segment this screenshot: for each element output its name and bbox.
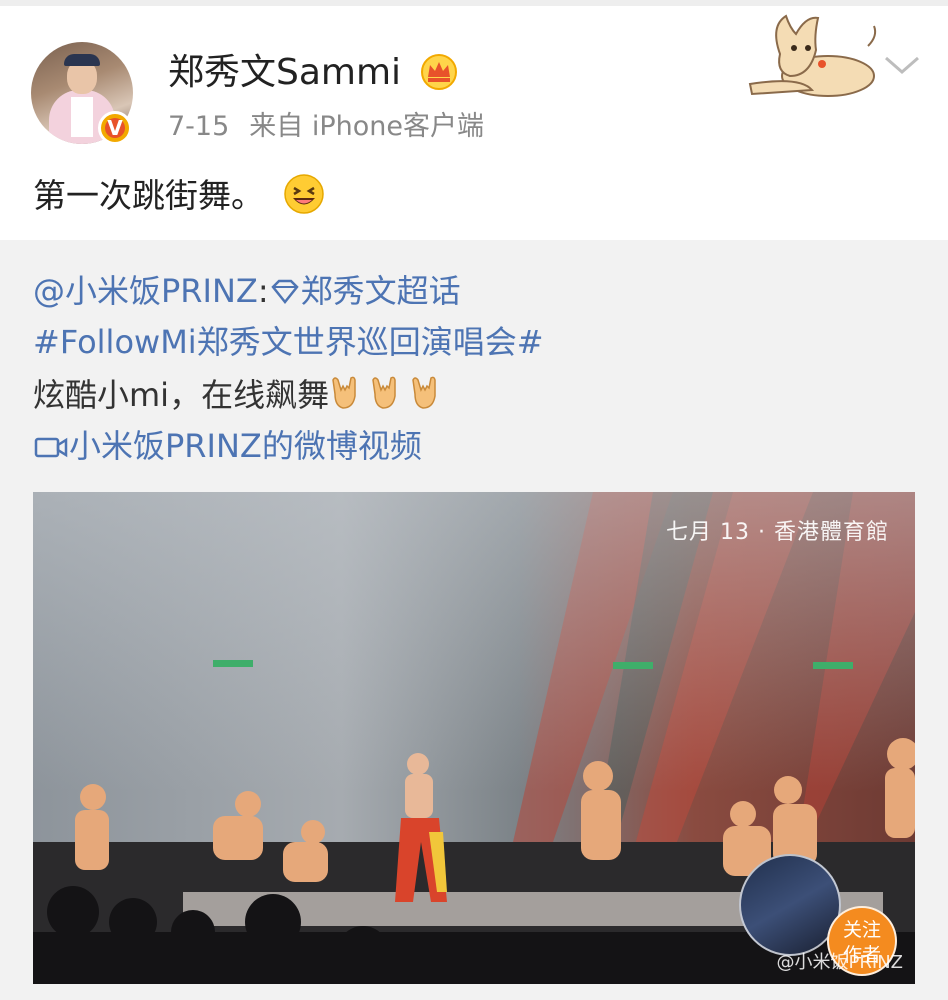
post-source: 来自 iPhone客户端 bbox=[249, 111, 485, 142]
mention-link[interactable]: @小米饭PRINZ bbox=[33, 272, 258, 310]
repost-body-text: 炫酷小mi，在线飙舞 bbox=[33, 376, 330, 414]
video-link-text: 小米饭PRINZ的微博视频 bbox=[69, 427, 422, 465]
author-name[interactable]: 郑秀文Sammi bbox=[168, 48, 401, 98]
laughing-face-icon bbox=[283, 174, 324, 214]
repost-header: @小米饭PRINZ: 郑秀文超话 bbox=[33, 268, 461, 314]
repost-body: 炫酷小mi，在线飙舞 bbox=[33, 372, 449, 418]
post-body: 第一次跳街舞。 bbox=[33, 176, 264, 215]
video-camera-icon bbox=[34, 437, 68, 458]
post-date: 7-15 bbox=[168, 111, 230, 142]
crown-icon[interactable] bbox=[418, 53, 460, 91]
verified-badge-icon: V bbox=[98, 111, 132, 145]
super-topic-link[interactable]: 郑秀文超话 bbox=[301, 272, 461, 310]
video-link[interactable]: 小米饭PRINZ的微博视频 bbox=[33, 423, 422, 469]
post-meta: 7-15 来自 iPhone客户端 bbox=[168, 107, 484, 147]
repost-card[interactable]: @小米饭PRINZ: 郑秀文超话 #FollowMi郑秀文世界巡回演唱会# 炫酷… bbox=[0, 240, 948, 1000]
follow-label: 关注 bbox=[842, 919, 881, 941]
video-player[interactable]: 七月 13 · 香港體育館 关注 作者 @小米饭PRINZ bbox=[33, 492, 915, 984]
video-watermark: @小米饭PRINZ bbox=[776, 952, 903, 973]
dog-sticker-icon bbox=[748, 14, 877, 97]
rock-on-hand-icon bbox=[332, 376, 436, 409]
hashtag-link[interactable]: #FollowMi郑秀文世界巡回演唱会# bbox=[33, 319, 544, 365]
author-thumbnail[interactable] bbox=[739, 854, 841, 956]
weibo-post-page: V 郑秀文Sammi 7-15来自 iPhone客户端 第一次跳街舞。 @小米 bbox=[0, 0, 948, 1000]
chevron-down-icon[interactable] bbox=[880, 50, 924, 80]
post-text: 第一次跳街舞。 bbox=[33, 172, 325, 220]
video-caption: 七月 13 · 香港體育館 bbox=[666, 520, 889, 545]
diamond-icon bbox=[270, 279, 299, 305]
mention-colon: : bbox=[257, 272, 269, 310]
